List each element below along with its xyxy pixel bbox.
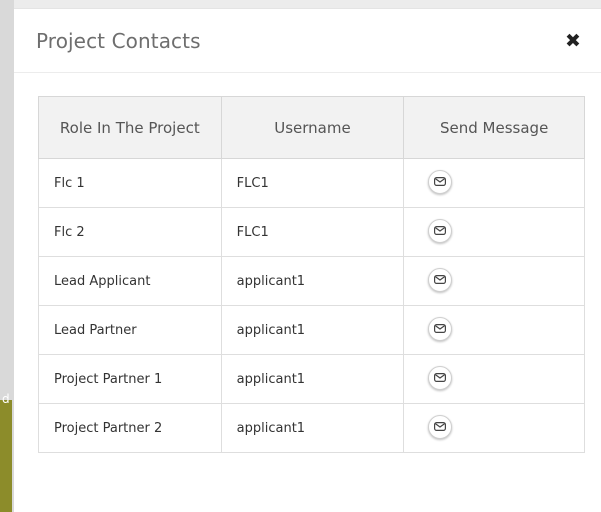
send-message-button[interactable] <box>428 268 453 292</box>
envelope-icon <box>434 177 447 186</box>
send-message-button[interactable] <box>428 170 453 194</box>
modal-header: Project Contacts ✖ <box>14 9 601 73</box>
role-cell: Flc 2 <box>38 207 222 257</box>
table-row: Flc 1 FLC1 <box>38 158 585 208</box>
username-cell: applicant1 <box>220 256 405 306</box>
table-row: Lead Applicant applicant1 <box>38 256 585 306</box>
username-cell: FLC1 <box>220 158 405 208</box>
envelope-icon <box>434 324 447 333</box>
contacts-table: Role In The Project Username Send Messag… <box>38 96 585 453</box>
column-header-username: Username <box>220 96 405 159</box>
send-message-cell <box>403 256 585 306</box>
username-cell: applicant1 <box>220 403 405 453</box>
send-message-cell <box>403 158 585 208</box>
table-row: Lead Partner applicant1 <box>38 305 585 355</box>
close-icon[interactable]: ✖ <box>563 29 583 53</box>
envelope-icon <box>434 226 447 235</box>
role-cell: Flc 1 <box>38 158 222 208</box>
role-cell: Project Partner 1 <box>38 354 222 404</box>
background-sidebar-accent <box>0 400 12 512</box>
send-message-cell <box>403 354 585 404</box>
table-row: Project Partner 1 applicant1 <box>38 354 585 404</box>
project-contacts-modal: Project Contacts ✖ Role In The Project U… <box>14 8 601 512</box>
send-message-cell <box>403 305 585 355</box>
role-cell: Lead Partner <box>38 305 222 355</box>
send-message-button[interactable] <box>428 317 453 341</box>
table-header-row: Role In The Project Username Send Messag… <box>38 96 585 159</box>
send-message-button[interactable] <box>428 219 453 243</box>
modal-title: Project Contacts <box>36 29 201 53</box>
role-cell: Lead Applicant <box>38 256 222 306</box>
envelope-icon <box>434 275 447 284</box>
username-cell: applicant1 <box>220 305 405 355</box>
username-cell: FLC1 <box>220 207 405 257</box>
send-message-cell <box>403 207 585 257</box>
send-message-cell <box>403 403 585 453</box>
send-message-button[interactable] <box>428 415 453 439</box>
envelope-icon <box>434 422 447 431</box>
username-cell: applicant1 <box>220 354 405 404</box>
background-page-edge: d <box>0 0 14 512</box>
background-text-fragment: d <box>2 392 10 406</box>
column-header-role: Role In The Project <box>38 96 222 159</box>
table-row: Flc 2 FLC1 <box>38 207 585 257</box>
send-message-button[interactable] <box>428 366 453 390</box>
table-row: Project Partner 2 applicant1 <box>38 403 585 453</box>
column-header-send-message: Send Message <box>403 96 585 159</box>
role-cell: Project Partner 2 <box>38 403 222 453</box>
envelope-icon <box>434 373 447 382</box>
